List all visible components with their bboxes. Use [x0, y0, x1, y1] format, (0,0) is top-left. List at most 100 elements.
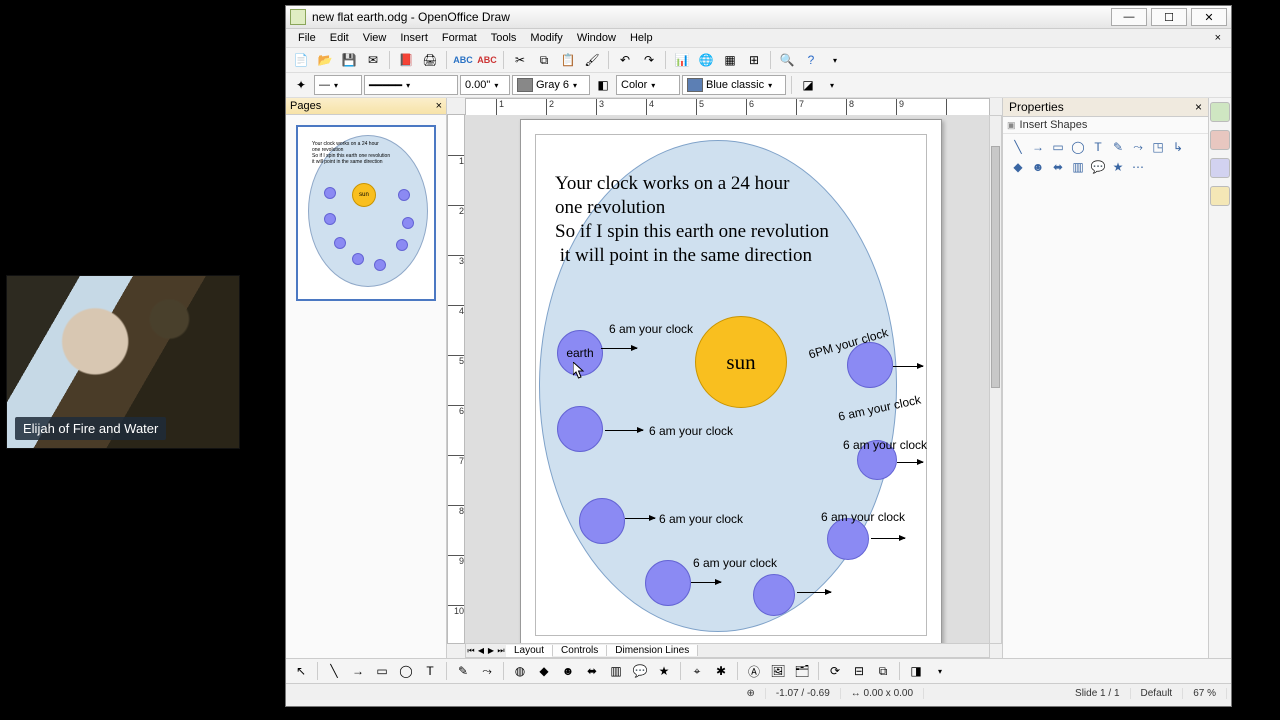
earth-shape[interactable]	[827, 518, 869, 560]
help-button[interactable]: ?	[800, 49, 822, 71]
minimize-button[interactable]: —	[1111, 8, 1147, 26]
page-thumbnail-1[interactable]: Your clock works on a 24 hourone revolut…	[296, 125, 436, 301]
shape-symbol-icon[interactable]: ☻	[1031, 160, 1045, 174]
navigator-button[interactable]: ⊞	[743, 49, 765, 71]
align-button[interactable]: ⊟	[848, 660, 870, 682]
sidebar-navigator-button[interactable]	[1210, 186, 1230, 206]
rect-tool-button[interactable]: ▭	[371, 660, 393, 682]
heading-text-shape[interactable]: Your clock works on a 24 hour one revolu…	[555, 172, 829, 268]
vertical-scrollbar[interactable]	[989, 115, 1002, 644]
glue-points-button[interactable]: ✱	[710, 660, 732, 682]
menu-insert[interactable]: Insert	[394, 31, 434, 45]
from-file-button[interactable]: 🖼	[767, 660, 789, 682]
shape-connector-icon[interactable]: ⤳	[1131, 140, 1145, 154]
clock-label[interactable]: 6 am your clock	[609, 322, 693, 336]
open-button[interactable]: 📂	[314, 49, 336, 71]
maximize-button[interactable]: ☐	[1151, 8, 1187, 26]
basic-shapes-button[interactable]: ◆	[533, 660, 555, 682]
email-button[interactable]: ✉	[362, 49, 384, 71]
arrow-shape[interactable]	[797, 592, 831, 593]
earth-shape[interactable]	[645, 560, 691, 606]
tab-controls[interactable]: Controls	[553, 645, 607, 656]
line-color-combo[interactable]: Gray 6▾	[512, 75, 590, 95]
shape-line-icon[interactable]: ╲	[1011, 140, 1025, 154]
arrow-shape[interactable]	[897, 462, 923, 463]
shape-rect-icon[interactable]: ▭	[1051, 140, 1065, 154]
drawing-page[interactable]: Your clock works on a 24 hour one revolu…	[520, 119, 942, 644]
hyperlink-button[interactable]: 🌐	[695, 49, 717, 71]
properties-close-button[interactable]: ×	[1195, 100, 1202, 114]
clock-label[interactable]: 6 am your clock	[659, 512, 743, 526]
menu-view[interactable]: View	[357, 31, 393, 45]
fill-mode-combo[interactable]: Color▾	[616, 75, 680, 95]
canvas-viewport[interactable]: Your clock works on a 24 hour one revolu…	[465, 115, 990, 644]
save-button[interactable]: 💾	[338, 49, 360, 71]
new-doc-button[interactable]: 📄	[290, 49, 312, 71]
connector-tool-button[interactable]: ⤳	[476, 660, 498, 682]
clock-label[interactable]: 6 am your clock	[843, 438, 927, 452]
horizontal-ruler[interactable]: 1 2 3 4 5 6 7 8 9	[465, 98, 990, 116]
ellipse-tool-button[interactable]: ◯	[395, 660, 417, 682]
arrow-shape[interactable]	[605, 430, 643, 431]
tab-dimension-lines[interactable]: Dimension Lines	[607, 645, 698, 656]
toolbar-more-button[interactable]: ▾	[929, 660, 951, 682]
arrow-style-combo[interactable]: — ▾	[314, 75, 362, 95]
shape-text-icon[interactable]: T	[1091, 140, 1105, 154]
flowchart-button[interactable]: ▥	[605, 660, 627, 682]
tab-nav-next-button[interactable]: ▶	[486, 644, 496, 657]
earth-shape[interactable]	[557, 406, 603, 452]
curve-tool-button[interactable]: ✎	[452, 660, 474, 682]
shape-block-arrow-icon[interactable]: ⬌	[1051, 160, 1065, 174]
insert-shapes-group-header[interactable]: Insert Shapes	[1003, 117, 1208, 134]
arrange-button[interactable]: ⧉	[872, 660, 894, 682]
extrusion-button[interactable]: ◨	[905, 660, 927, 682]
scrollbar-thumb[interactable]	[991, 146, 1000, 388]
clock-label[interactable]: 6 am your clock	[693, 556, 777, 570]
earth-shape[interactable]	[753, 574, 795, 616]
menu-format[interactable]: Format	[436, 31, 483, 45]
arrow-tool-button[interactable]: →	[347, 660, 369, 682]
status-zoom[interactable]: 67 %	[1183, 688, 1227, 699]
toolbar-more-button[interactable]: ▾	[824, 49, 846, 71]
shape-star-icon[interactable]: ★	[1111, 160, 1125, 174]
auto-spellcheck-button[interactable]: ABC	[476, 49, 498, 71]
sidebar-styles-button[interactable]	[1210, 130, 1230, 150]
sidebar-gallery-button[interactable]	[1210, 158, 1230, 178]
3d-tool-button[interactable]: ◍	[509, 660, 531, 682]
shape-basic-icon[interactable]: ◆	[1011, 160, 1025, 174]
arrow-shape[interactable]	[625, 518, 655, 519]
block-arrows-button[interactable]: ⬌	[581, 660, 603, 682]
stars-button[interactable]: ★	[653, 660, 675, 682]
toolbar-more-button[interactable]: ▾	[821, 74, 843, 96]
shape-caption-icon[interactable]: ◳	[1151, 140, 1165, 154]
edit-points-button[interactable]: ✦	[290, 74, 312, 96]
clock-label[interactable]: 6 am your clock	[649, 424, 733, 438]
menu-modify[interactable]: Modify	[524, 31, 568, 45]
line-style-combo[interactable]: ━━━━━ ▾	[364, 75, 458, 95]
cut-button[interactable]: ✂	[509, 49, 531, 71]
area-dialog-button[interactable]: ◧	[592, 74, 614, 96]
menu-file[interactable]: File	[292, 31, 322, 45]
chart-button[interactable]: 📊	[671, 49, 693, 71]
rotate-button[interactable]: ⟳	[824, 660, 846, 682]
menu-window[interactable]: Window	[571, 31, 622, 45]
document-close-button[interactable]: ×	[1211, 32, 1225, 44]
callouts-button[interactable]: 💬	[629, 660, 651, 682]
close-button[interactable]: ✕	[1191, 8, 1227, 26]
symbol-shapes-button[interactable]: ☻	[557, 660, 579, 682]
format-paint-button[interactable]: 🖌	[581, 49, 603, 71]
pages-panel-close-button[interactable]: ×	[436, 100, 442, 112]
tab-nav-last-button[interactable]: ⏭	[496, 644, 506, 657]
paste-button[interactable]: 📋	[557, 49, 579, 71]
sun-shape[interactable]: sun	[695, 316, 787, 408]
menu-help[interactable]: Help	[624, 31, 659, 45]
print-button[interactable]: 🖨	[419, 49, 441, 71]
undo-button[interactable]: ↶	[614, 49, 636, 71]
arrow-shape[interactable]	[601, 348, 637, 349]
fontwork-button[interactable]: Ⓐ	[743, 660, 765, 682]
menu-edit[interactable]: Edit	[324, 31, 355, 45]
vertical-ruler[interactable]: 1 2 3 4 5 6 7 8 9 10	[447, 114, 465, 644]
earth-shape[interactable]	[579, 498, 625, 544]
line-width-combo[interactable]: 0.00"▾	[460, 75, 510, 95]
table-button[interactable]: ▦	[719, 49, 741, 71]
